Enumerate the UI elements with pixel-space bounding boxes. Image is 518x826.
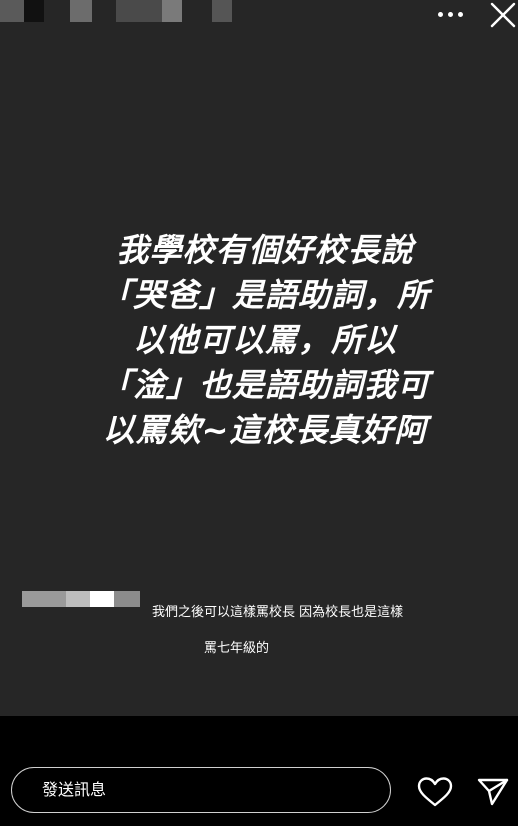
blurred-profile-info: [212, 0, 232, 22]
dot: [457, 11, 463, 17]
blurred-profile-info: [24, 0, 44, 22]
reply-text-line: 我們之後可以這樣罵校長 因為校長也是這樣: [152, 605, 404, 620]
blurred-username: [22, 591, 140, 607]
dot: [437, 11, 443, 17]
story-card: 我學校有個好校長說 「哭爸」是語助詞，所 以他可以罵，所以 「淦」也是語助詞我可…: [0, 0, 518, 716]
blurred-profile-info: [162, 0, 182, 22]
blurred-profile-info: [116, 0, 162, 22]
blurred-profile-info: [0, 0, 24, 22]
reply-text: 我們之後可以這樣罵校長 因為校長也是這樣 罵七年級的: [152, 586, 492, 676]
heart-icon[interactable]: [416, 776, 454, 808]
reply-text-line: 罵七年級的: [204, 641, 270, 656]
story-headline-text: 我學校有個好校長說 「哭爸」是語助詞，所 以他可以罵，所以 「淦」也是語助詞我可…: [99, 231, 430, 449]
more-options-icon[interactable]: [430, 2, 470, 26]
send-icon[interactable]: [476, 776, 510, 808]
reply-row: 我們之後可以這樣罵校長 因為校長也是這樣 罵七年級的: [0, 586, 518, 656]
dot: [447, 11, 453, 17]
story-header: [0, 0, 518, 34]
close-icon[interactable]: [484, 0, 518, 30]
message-input[interactable]: 發送訊息: [11, 767, 391, 813]
blurred-profile-info: [70, 0, 92, 22]
